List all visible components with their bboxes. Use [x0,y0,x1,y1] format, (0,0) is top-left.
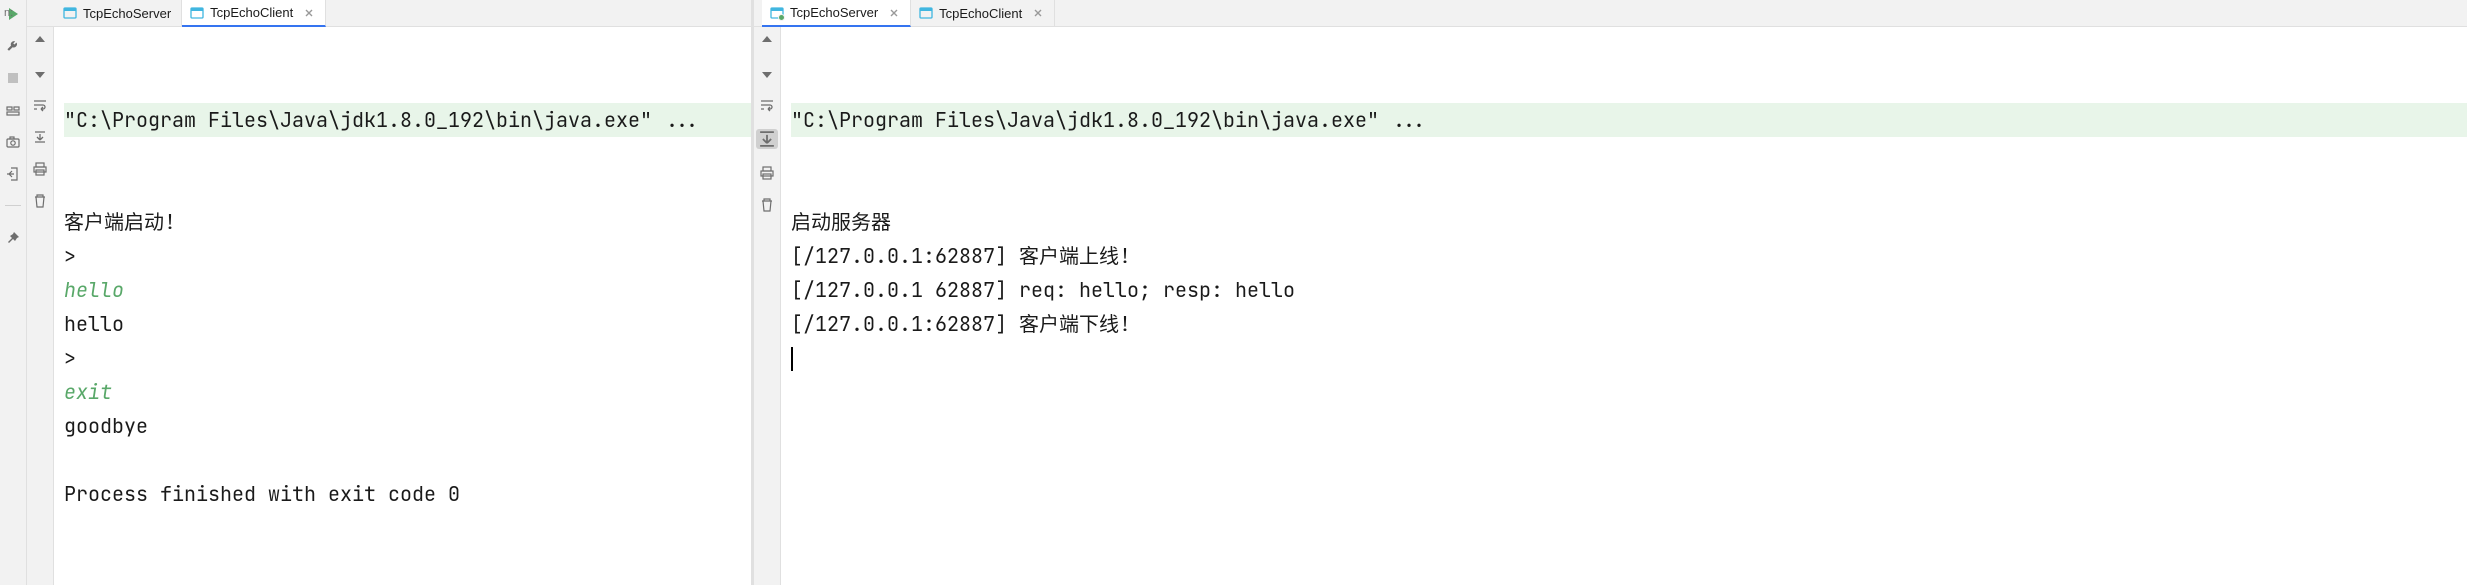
trash-icon[interactable] [32,193,48,209]
trash-icon[interactable] [759,197,775,213]
right-console-wrap: "C:\Program Files\Java\jdk1.8.0_192\bin\… [754,27,2467,585]
right-tabs: TcpEchoServer TcpEchoClient [754,0,2467,27]
close-icon[interactable] [1032,7,1044,19]
right-run-panel: TcpEchoServer TcpEchoClient [754,0,2467,585]
application-icon [770,6,784,20]
down-arrow-icon[interactable] [32,65,48,81]
tab-label: TcpEchoClient [939,6,1022,21]
console-line: [/127.0.0.1:62887] 客户端下线! [791,307,2467,341]
stop-icon[interactable] [5,70,21,86]
console-line: hello [64,307,751,341]
console-line: goodbye [64,409,751,443]
wrap-icon[interactable] [32,97,48,113]
close-icon[interactable] [303,7,315,19]
console-line: Process finished with exit code 0 [64,477,751,511]
console-line: > [64,239,751,273]
separator-icon [5,198,21,214]
application-icon [63,6,77,20]
tab-tcpechoserver-left[interactable]: TcpEchoServer [55,0,182,27]
wrench-icon[interactable] [5,38,21,54]
down-arrow-icon[interactable] [759,65,775,81]
layout-icon[interactable] [5,102,21,118]
close-icon[interactable] [888,7,900,19]
pin-icon[interactable] [5,230,21,246]
up-arrow-icon[interactable] [32,33,48,49]
console-line: 启动服务器 [791,205,2467,239]
tab-label: TcpEchoServer [83,6,171,21]
left-tabs: n: TcpEchoServer TcpEchoClient [27,0,751,27]
console-line: [/127.0.0.1 62887] req: hello; resp: hel… [791,273,2467,307]
wrap-icon[interactable] [759,97,775,113]
console-cursor-line [791,341,2467,375]
run-label: n: [4,7,13,19]
run-toolwindow-gutter [0,0,27,585]
left-console[interactable]: "C:\Program Files\Java\jdk1.8.0_192\bin\… [54,27,751,585]
print-icon[interactable] [32,161,48,177]
console-line: > [64,341,751,375]
console-line: [/127.0.0.1:62887] 客户端上线! [791,239,2467,273]
console-command-line: "C:\Program Files\Java\jdk1.8.0_192\bin\… [791,103,2467,137]
scroll-end-icon[interactable] [32,129,48,145]
left-console-wrap: "C:\Program Files\Java\jdk1.8.0_192\bin\… [27,27,751,585]
running-indicator-icon [778,14,785,21]
left-run-panel: n: TcpEchoServer TcpEchoClient [27,0,751,585]
console-line: 客户端启动! [64,205,751,239]
print-icon[interactable] [759,165,775,181]
cursor [791,347,793,371]
console-line [64,443,751,477]
scroll-end-icon[interactable] [756,129,778,149]
console-line: hello [64,273,751,307]
tab-label: TcpEchoServer [790,5,878,20]
exit-icon[interactable] [5,166,21,182]
tab-label: TcpEchoClient [210,5,293,20]
console-command-line: "C:\Program Files\Java\jdk1.8.0_192\bin\… [64,103,751,137]
console-line: exit [64,375,751,409]
left-console-gutter [27,27,54,585]
tab-tcpechoclient-left[interactable]: TcpEchoClient [182,0,326,27]
up-arrow-icon[interactable] [759,33,775,49]
right-console-gutter [754,27,781,585]
application-icon [190,6,204,20]
application-icon [919,6,933,20]
tab-tcpechoserver-right[interactable]: TcpEchoServer [762,0,911,27]
tab-tcpechoclient-right[interactable]: TcpEchoClient [911,0,1055,27]
right-console[interactable]: "C:\Program Files\Java\jdk1.8.0_192\bin\… [781,27,2467,585]
camera-icon[interactable] [5,134,21,150]
